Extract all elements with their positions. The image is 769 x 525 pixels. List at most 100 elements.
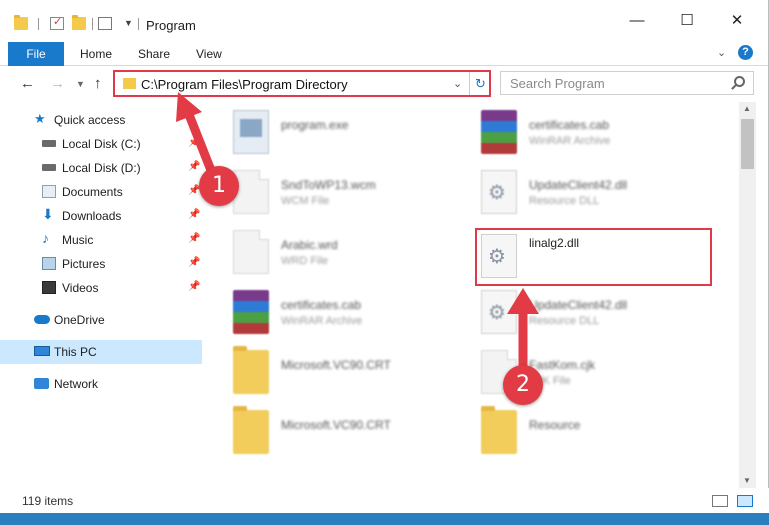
nav-item-label: Downloads (62, 209, 122, 223)
folder-icon (123, 78, 136, 89)
file-name: UpdateClient42.dll (529, 178, 628, 192)
callout-number: 2 (503, 365, 543, 405)
tab-file[interactable]: File (8, 42, 64, 66)
callout-number: 1 (199, 166, 239, 206)
file-name: SndToWP13.wcm (281, 178, 376, 192)
document-icon (233, 230, 269, 274)
navigation-bar: ← → ▼ ↑ C:\Program Files\Program Directo… (0, 67, 768, 101)
search-icon[interactable] (734, 76, 745, 87)
nav-item-onedrive[interactable]: OneDrive (0, 308, 202, 332)
nav-item-label: Music (62, 233, 94, 247)
nav-item-videos[interactable]: Videos 📌 (0, 276, 202, 300)
details-view-icon[interactable] (712, 495, 728, 507)
file-type: WCM File (281, 195, 330, 207)
nav-item-quick-access[interactable]: ★ Quick access (0, 108, 202, 132)
close-button[interactable]: ✕ (714, 6, 760, 36)
new-folder-icon[interactable] (72, 15, 86, 30)
nav-item-label: This PC (54, 345, 97, 359)
title-bar: ✓ ▼ Program — ☐ ✕ (0, 0, 768, 40)
toolbar-separator (92, 18, 93, 30)
vertical-scrollbar[interactable]: ▲ ▼ (739, 102, 756, 488)
nav-item-downloads[interactable]: ⬇ Downloads 📌 (0, 204, 202, 228)
large-icons-view-icon[interactable] (737, 495, 753, 507)
folder-icon (481, 406, 517, 454)
dll-icon (481, 290, 517, 334)
dll-icon (481, 170, 517, 214)
pin-icon[interactable]: 📌 (188, 257, 200, 268)
ribbon-tabs: File Home Share View ⌄ ? (0, 40, 768, 66)
recent-locations-dropdown-icon[interactable]: ▼ (76, 79, 85, 89)
exe-icon (233, 110, 269, 154)
scroll-up-icon[interactable]: ▲ (743, 104, 751, 113)
address-path[interactable]: C:\Program Files\Program Directory (141, 77, 348, 92)
help-icon[interactable]: ? (738, 45, 753, 60)
download-icon: ⬇ (42, 206, 54, 222)
documents-icon (42, 185, 56, 198)
toolbar-separator (138, 18, 139, 30)
pin-icon[interactable]: 📌 (188, 137, 200, 148)
file-type: WinRAR Archive (529, 135, 611, 147)
nav-item-documents[interactable]: Documents 📌 (0, 180, 202, 204)
nav-item-this-pc[interactable]: This PC (0, 340, 202, 364)
pin-icon[interactable]: 📌 (188, 161, 200, 172)
view-menu-icon[interactable] (98, 17, 112, 30)
nav-item-label: OneDrive (54, 313, 105, 327)
back-arrow-icon[interactable]: ← (20, 75, 35, 92)
folder-icon (233, 406, 269, 454)
pictures-icon (42, 257, 56, 270)
tab-home[interactable]: Home (80, 47, 112, 61)
search-input[interactable]: Search Program (500, 71, 754, 95)
customize-toolbar-dropdown-icon[interactable]: ▼ (124, 18, 133, 28)
nav-item-label: Local Disk (C:) (62, 137, 141, 151)
scrollbar-thumb[interactable] (741, 119, 754, 169)
tab-share[interactable]: Share (138, 47, 170, 61)
toolbar-separator (38, 18, 39, 30)
tab-view[interactable]: View (196, 47, 222, 61)
search-placeholder: Search Program (510, 76, 605, 91)
file-type: WinRAR Archive (281, 315, 363, 327)
forward-arrow-icon[interactable]: → (50, 75, 65, 92)
address-bar[interactable]: C:\Program Files\Program Directory ⌄ ↻ (113, 70, 491, 97)
cloud-icon (34, 315, 50, 324)
highlight-box (475, 228, 712, 286)
file-name: program.exe (281, 118, 349, 132)
window-title: Program (146, 18, 196, 33)
maximize-button[interactable]: ☐ (664, 6, 710, 36)
minimize-button[interactable]: — (614, 6, 660, 36)
nav-item-label: Videos (62, 281, 99, 295)
nav-item-label: Local Disk (D:) (62, 161, 141, 175)
file-name: Microsoft.VC90.CRT (281, 418, 391, 432)
item-count: 119 items (22, 494, 74, 508)
scroll-down-icon[interactable]: ▼ (743, 476, 751, 485)
expand-ribbon-icon[interactable]: ⌄ (717, 46, 726, 59)
file-type: Resource DLL (529, 195, 600, 207)
properties-icon[interactable]: ✓ (50, 16, 64, 30)
folder-icon (233, 346, 269, 394)
pin-icon[interactable]: 📌 (188, 233, 200, 244)
nav-item-network[interactable]: Network (0, 372, 202, 396)
document-icon (233, 170, 269, 214)
nav-item-pictures[interactable]: Pictures 📌 (0, 252, 202, 276)
nav-item-music[interactable]: ♪ Music 📌 (0, 228, 202, 252)
address-dropdown-icon[interactable]: ⌄ (453, 77, 462, 90)
nav-item-local-disk-d[interactable]: Local Disk (D:) 📌 (0, 156, 202, 180)
folder-icon (14, 15, 28, 30)
star-icon: ★ (34, 111, 46, 126)
nav-item-label: Quick access (54, 113, 126, 127)
computer-icon (34, 346, 50, 356)
rar-icon (481, 110, 517, 154)
nav-item-label: Pictures (62, 257, 106, 271)
up-arrow-icon[interactable]: ↑ (94, 75, 102, 92)
file-type: Resource DLL (529, 315, 600, 327)
rar-icon (233, 290, 269, 334)
refresh-icon[interactable]: ↻ (469, 72, 491, 95)
nav-item-local-disk-c[interactable]: Local Disk (C:) 📌 (0, 132, 202, 156)
navigation-pane: ★ Quick access Local Disk (C:) 📌 Local D… (0, 102, 205, 488)
file-name: UpdateClient42.dll (529, 298, 628, 312)
pin-icon[interactable]: 📌 (188, 209, 200, 220)
pin-icon[interactable]: 📌 (188, 281, 200, 292)
file-name: certificates.cab (281, 298, 362, 312)
file-type: WRD File (281, 255, 329, 267)
file-name: certificates.cab (529, 118, 610, 132)
status-bar: 119 items (0, 488, 769, 513)
